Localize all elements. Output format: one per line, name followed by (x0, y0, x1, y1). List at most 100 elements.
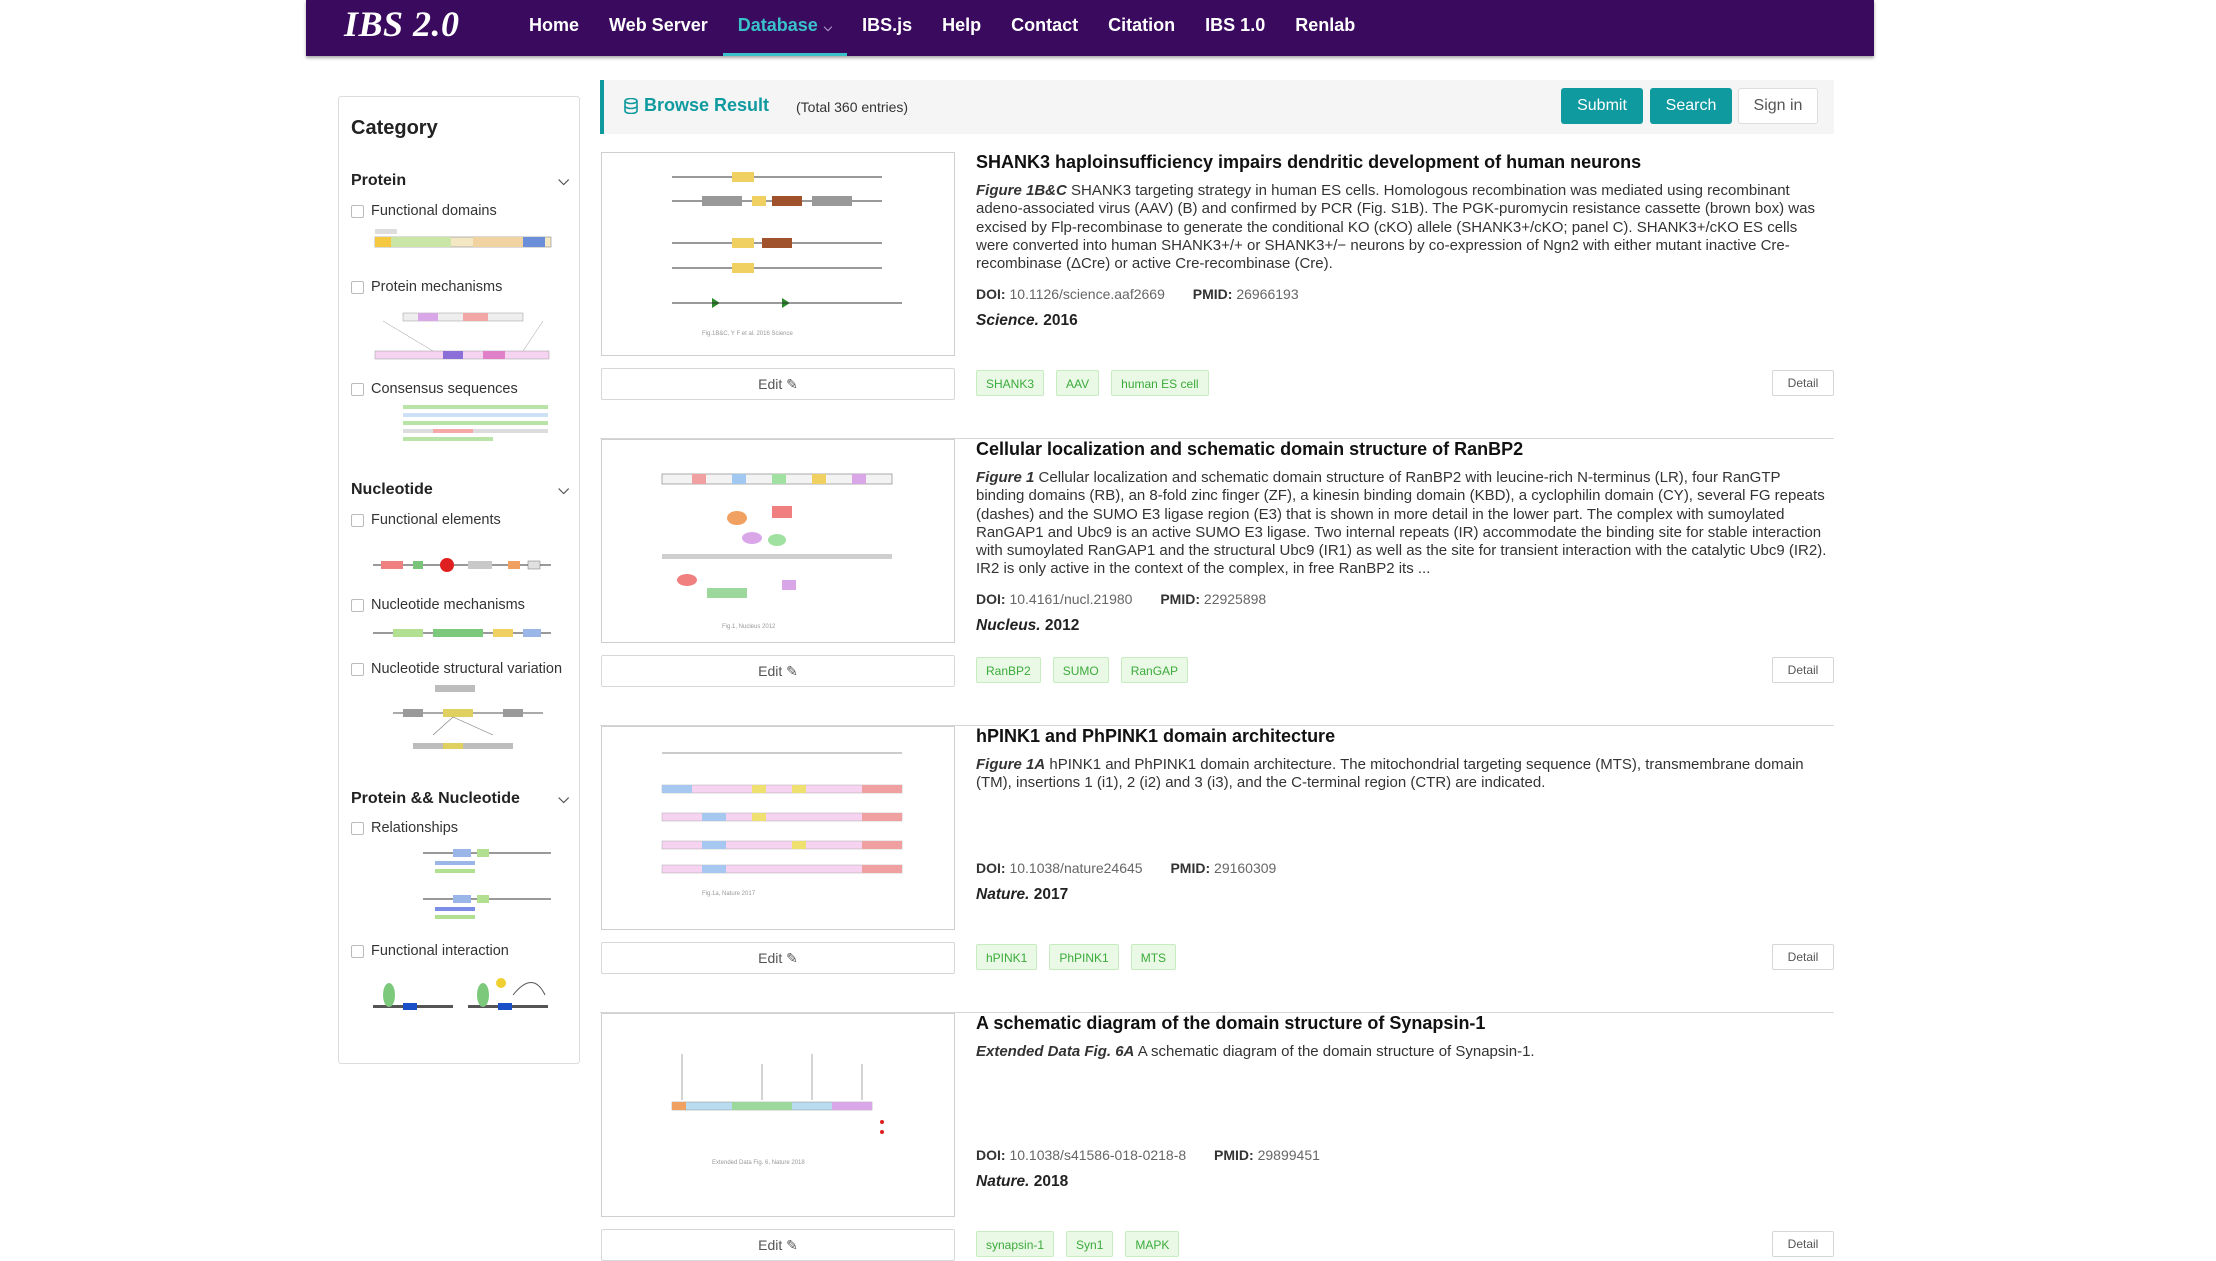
tag[interactable]: AAV (1056, 370, 1100, 396)
journal-info: Science. 2016 (976, 312, 1078, 330)
category-functional-interaction[interactable]: Functional interaction (351, 943, 509, 959)
entry-description: Figure 1 Cellular localization and schem… (976, 469, 1832, 579)
checkbox[interactable] (351, 513, 364, 527)
nav-ibsjs[interactable]: IBS.js (847, 0, 927, 56)
nav-home[interactable]: Home (514, 0, 594, 56)
checkbox[interactable] (351, 662, 364, 676)
nav-citation[interactable]: Citation (1093, 0, 1190, 56)
journal-info: Nature. 2018 (976, 1173, 1068, 1191)
journal-info: Nucleus. 2012 (976, 617, 1079, 635)
checkbox[interactable] (351, 382, 364, 396)
tag[interactable]: MAPK (1125, 1231, 1180, 1257)
pmid-label: PMID: (1160, 591, 1201, 607)
search-button[interactable]: Search (1650, 88, 1732, 124)
total-entries-count: (Total 360 entries) (796, 99, 909, 115)
category-functional-elements[interactable]: Functional elements (351, 512, 501, 528)
doi-label: DOI: (976, 1147, 1006, 1163)
nav-database[interactable]: Database ⌵ (722, 0, 848, 56)
category-consensus-sequences[interactable]: Consensus sequences (351, 381, 518, 397)
nav-contact[interactable]: Contact (996, 0, 1093, 56)
result-entry: Fig.1, Nucleus 2012 Edit ✎ Cellular loca… (600, 439, 1834, 726)
functional-domains-thumbnail (374, 229, 552, 248)
tag[interactable]: PhPINK1 (1049, 944, 1119, 970)
figure-thumbnail[interactable]: Fig.1B&C, Y F et al. 2016 Science (601, 152, 955, 356)
doi-value[interactable]: 10.4161/nucl.21980 (1009, 591, 1132, 607)
category-nucleotide-structural-variation[interactable]: Nucleotide structural variation (351, 661, 562, 677)
detail-button[interactable]: Detail (1772, 370, 1834, 396)
journal-name: Nature. (976, 1173, 1030, 1190)
section-protein-nucleotide[interactable]: Protein && Nucleotide ⌵ (351, 790, 571, 808)
doi-value[interactable]: 10.1038/nature24645 (1009, 860, 1142, 876)
chevron-down-icon[interactable]: ⌵ (558, 790, 569, 807)
entry-identifiers: DOI: 10.1126/science.aaf2669 PMID: 26966… (976, 286, 1299, 302)
tag[interactable]: synapsin-1 (976, 1231, 1055, 1257)
tag[interactable]: RanGAP (1120, 657, 1189, 683)
pmid-value[interactable]: 29160309 (1214, 860, 1276, 876)
tag[interactable]: MTS (1130, 944, 1177, 970)
database-icon (624, 97, 638, 114)
edit-button[interactable]: Edit ✎ (601, 655, 955, 687)
pmid-value[interactable]: 29899451 (1258, 1147, 1320, 1163)
nav-help[interactable]: Help (927, 0, 996, 56)
pmid-value[interactable]: 22925898 (1204, 591, 1266, 607)
detail-button[interactable]: Detail (1772, 657, 1834, 683)
edit-button[interactable]: Edit ✎ (601, 368, 955, 400)
checkbox[interactable] (351, 280, 364, 294)
pmid-value[interactable]: 26966193 (1236, 286, 1298, 302)
svg-text:Fig.1B&C, Y F et al. 2016 Scie: Fig.1B&C, Y F et al. 2016 Science (702, 331, 793, 337)
description-text: SHANK3 targeting strategy in human ES ce… (976, 182, 1815, 273)
nav-menu: Home Web Server Database ⌵ IBS.js Help Co… (514, 0, 1370, 56)
description-text: A schematic diagram of the domain struct… (1134, 1043, 1535, 1060)
figure-thumbnail[interactable]: Fig.1, Nucleus 2012 (601, 439, 955, 643)
tag[interactable]: SHANK3 (976, 370, 1045, 396)
checkbox[interactable] (351, 821, 364, 835)
entry-title[interactable]: Cellular localization and schematic doma… (976, 439, 1523, 460)
category-relationships[interactable]: Relationships (351, 820, 458, 836)
journal-name: Nature. (976, 886, 1030, 903)
doi-value[interactable]: 10.1126/science.aaf2669 (1009, 286, 1164, 302)
tag[interactable]: human ES cell (1111, 370, 1209, 396)
tag[interactable]: RanBP2 (976, 657, 1041, 683)
nav-ibs1[interactable]: IBS 1.0 (1190, 0, 1280, 56)
entry-title[interactable]: A schematic diagram of the domain struct… (976, 1013, 1485, 1034)
nav-database-label: Database (737, 15, 818, 35)
submit-button[interactable]: Submit (1561, 88, 1643, 124)
category-protein-mechanisms[interactable]: Protein mechanisms (351, 279, 502, 295)
edit-button[interactable]: Edit ✎ (601, 1229, 955, 1261)
detail-button[interactable]: Detail (1772, 944, 1834, 970)
figure-thumbnail[interactable]: Extended Data Fig. 6, Nature 2018 (601, 1013, 955, 1217)
category-nucleotide-mechanisms[interactable]: Nucleotide mechanisms (351, 597, 525, 613)
chevron-down-icon: ⌵ (823, 22, 833, 34)
section-protein[interactable]: Protein ⌵ (351, 172, 571, 190)
brand-logo[interactable]: IBS 2.0 (344, 3, 460, 45)
tag[interactable]: SUMO (1052, 657, 1109, 683)
nav-renlab[interactable]: Renlab (1280, 0, 1370, 56)
detail-button[interactable]: Detail (1772, 1231, 1834, 1257)
section-nucleotide-label: Nucleotide (351, 481, 433, 498)
journal-name: Science. (976, 312, 1039, 329)
doi-value[interactable]: 10.1038/s41586-018-0218-8 (1009, 1147, 1186, 1163)
edit-button[interactable]: Edit ✎ (601, 942, 955, 974)
category-label: Relationships (371, 820, 459, 836)
sign-in-button[interactable]: Sign in (1738, 88, 1818, 124)
section-nucleotide[interactable]: Nucleotide ⌵ (351, 481, 571, 499)
nav-web-server[interactable]: Web Server (594, 0, 723, 56)
checkbox[interactable] (351, 598, 364, 612)
checkbox[interactable] (351, 944, 364, 958)
tag[interactable]: hPINK1 (976, 944, 1038, 970)
functional-interaction-thumbnail (373, 978, 548, 1010)
journal-year: 2016 (1043, 312, 1078, 329)
checkbox[interactable] (351, 204, 364, 218)
category-functional-domains[interactable]: Functional domains (351, 203, 497, 219)
tag[interactable]: Syn1 (1066, 1231, 1114, 1257)
chevron-down-icon[interactable]: ⌵ (558, 172, 569, 189)
journal-year: 2017 (1033, 886, 1069, 903)
entry-title[interactable]: SHANK3 haploinsufficiency impairs dendri… (976, 152, 1641, 173)
chevron-down-icon[interactable]: ⌵ (558, 481, 569, 498)
description-text: Cellular localization and schematic doma… (976, 469, 1827, 578)
top-navbar: IBS 2.0 Home Web Server Database ⌵ IBS.js… (306, 0, 1874, 56)
entry-identifiers: DOI: 10.4161/nucl.21980 PMID: 22925898 (976, 591, 1266, 607)
entry-title[interactable]: hPINK1 and PhPINK1 domain architecture (976, 726, 1335, 747)
section-protein-nucleotide-label: Protein && Nucleotide (351, 790, 520, 807)
figure-thumbnail[interactable]: Fig.1a, Nature 2017 (601, 726, 955, 930)
